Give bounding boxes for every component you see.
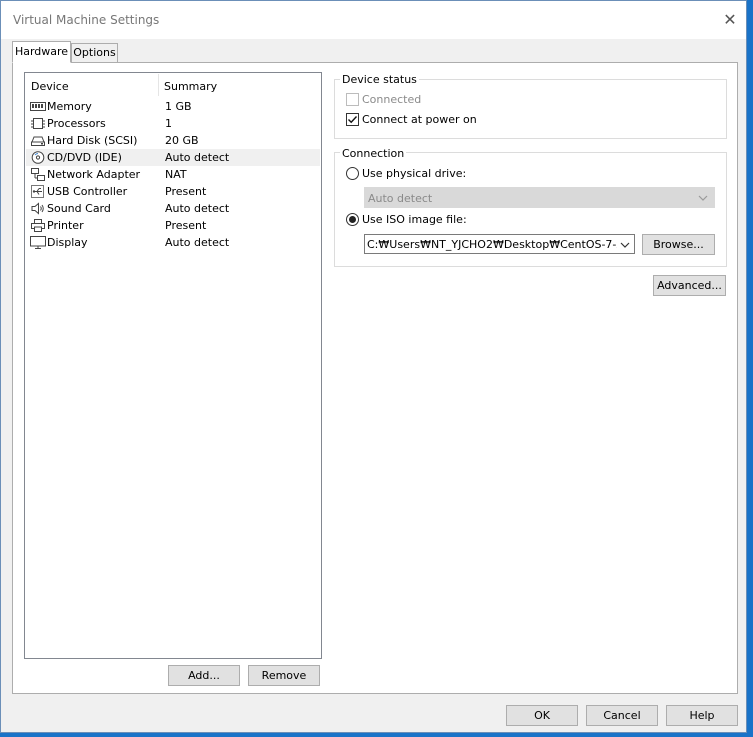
device-name: Hard Disk (SCSI) bbox=[47, 134, 138, 147]
device-row-printer[interactable]: Printer Present bbox=[26, 217, 320, 234]
iso-image-radio[interactable] bbox=[346, 213, 359, 226]
column-header-device[interactable]: Device bbox=[31, 80, 69, 93]
device-name: Memory bbox=[47, 100, 92, 113]
chevron-down-icon bbox=[620, 242, 630, 248]
device-summary: Auto detect bbox=[165, 236, 230, 249]
usb-icon bbox=[31, 185, 44, 198]
column-separator[interactable] bbox=[158, 74, 159, 96]
device-summary: 1 bbox=[165, 117, 172, 130]
device-row-hard-disk[interactable]: Hard Disk (SCSI) 20 GB bbox=[26, 132, 320, 149]
device-summary: 20 GB bbox=[165, 134, 199, 147]
device-summary: Present bbox=[165, 219, 207, 232]
close-icon: ✕ bbox=[723, 10, 737, 29]
device-summary: 1 GB bbox=[165, 100, 192, 113]
title-bar[interactable]: Virtual Machine Settings ✕ bbox=[1, 1, 746, 39]
chevron-down-icon bbox=[698, 195, 708, 201]
connect-at-power-on-label: Connect at power on bbox=[362, 113, 477, 126]
memory-icon bbox=[30, 102, 46, 111]
device-status-label: Device status bbox=[340, 73, 419, 86]
connected-label: Connected bbox=[362, 93, 422, 106]
tab-hardware[interactable]: Hardware bbox=[12, 41, 71, 63]
check-icon bbox=[348, 116, 358, 124]
device-row-display[interactable]: Display Auto detect bbox=[26, 234, 320, 251]
device-status-group bbox=[334, 79, 727, 139]
ok-button[interactable]: OK bbox=[506, 705, 578, 726]
cd-dvd-icon bbox=[31, 151, 45, 164]
help-button[interactable]: Help bbox=[666, 705, 738, 726]
device-name: Network Adapter bbox=[47, 168, 141, 181]
connected-checkbox[interactable] bbox=[346, 93, 359, 106]
tab-options[interactable]: Options bbox=[71, 43, 118, 63]
physical-drive-select[interactable]: Auto detect bbox=[364, 187, 715, 208]
settings-window: Virtual Machine Settings ✕ Hardware Opti… bbox=[0, 0, 747, 733]
speaker-icon bbox=[31, 202, 44, 215]
device-summary: Present bbox=[165, 185, 207, 198]
window-title: Virtual Machine Settings bbox=[13, 13, 160, 27]
printer-icon bbox=[31, 219, 45, 232]
device-row-sound-card[interactable]: Sound Card Auto detect bbox=[26, 200, 320, 217]
hard-disk-icon bbox=[31, 136, 45, 146]
add-device-button[interactable]: Add... bbox=[168, 665, 240, 686]
iso-path-value: C:₩Users₩NT_YJCHO2₩Desktop₩CentOS-7-x86_ bbox=[367, 238, 617, 251]
connection-label: Connection bbox=[340, 147, 407, 160]
remove-device-button[interactable]: Remove bbox=[248, 665, 320, 686]
processor-icon bbox=[31, 118, 45, 129]
advanced-button[interactable]: Advanced... bbox=[653, 275, 726, 296]
physical-drive-value: Auto detect bbox=[368, 192, 433, 205]
iso-image-label: Use ISO image file: bbox=[362, 213, 467, 226]
display-icon bbox=[30, 236, 46, 249]
iso-path-combobox[interactable]: C:₩Users₩NT_YJCHO2₩Desktop₩CentOS-7-x86_ bbox=[364, 234, 635, 254]
network-adapter-icon bbox=[31, 168, 45, 181]
device-row-memory[interactable]: Memory 1 GB bbox=[26, 98, 320, 115]
device-row-network-adapter[interactable]: Network Adapter NAT bbox=[26, 166, 320, 183]
device-name: USB Controller bbox=[47, 185, 128, 198]
browse-button[interactable]: Browse... bbox=[642, 234, 715, 255]
physical-drive-radio[interactable] bbox=[346, 167, 359, 180]
device-row-cd-dvd[interactable]: CD/DVD (IDE) Auto detect bbox=[26, 149, 320, 166]
device-name: CD/DVD (IDE) bbox=[47, 151, 122, 164]
connect-at-power-on-checkbox[interactable] bbox=[346, 113, 359, 126]
device-summary: NAT bbox=[165, 168, 187, 181]
device-name: Processors bbox=[47, 117, 106, 130]
device-summary: Auto detect bbox=[165, 151, 230, 164]
physical-drive-label: Use physical drive: bbox=[362, 167, 467, 180]
device-name: Display bbox=[47, 236, 88, 249]
column-header-summary[interactable]: Summary bbox=[164, 80, 217, 93]
close-button[interactable]: ✕ bbox=[718, 9, 742, 31]
device-name: Sound Card bbox=[47, 202, 111, 215]
device-name: Printer bbox=[47, 219, 84, 232]
cancel-button[interactable]: Cancel bbox=[586, 705, 658, 726]
device-row-processors[interactable]: Processors 1 bbox=[26, 115, 320, 132]
device-row-usb-controller[interactable]: USB Controller Present bbox=[26, 183, 320, 200]
device-summary: Auto detect bbox=[165, 202, 230, 215]
